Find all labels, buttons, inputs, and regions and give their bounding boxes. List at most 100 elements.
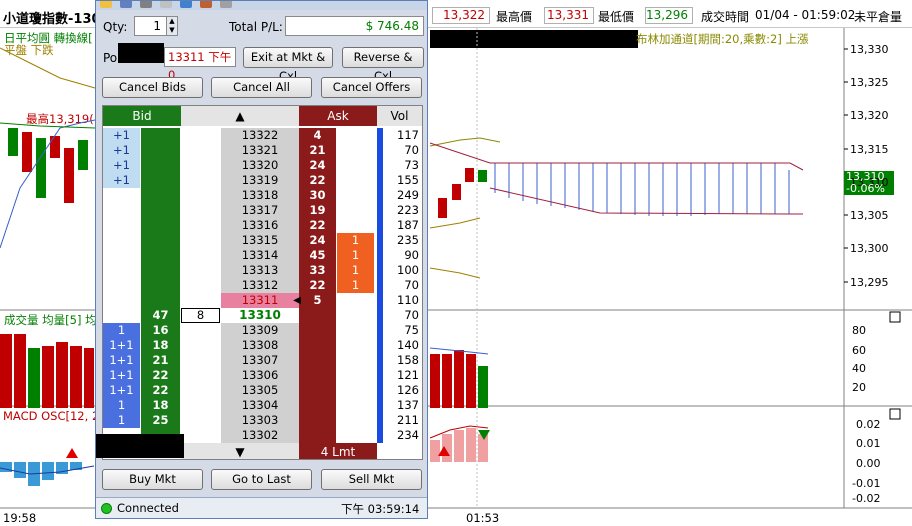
bid-size-cell[interactable] <box>141 203 180 218</box>
ask-order-cell[interactable] <box>337 158 374 173</box>
ask-size-cell[interactable] <box>299 383 336 398</box>
ask-order-cell[interactable] <box>337 353 374 368</box>
ask-order-cell[interactable] <box>337 368 374 383</box>
bid-order-cell[interactable]: 1+1 (2) <box>103 338 140 353</box>
working-order-cell[interactable] <box>181 368 220 383</box>
window-icon[interactable] <box>120 1 132 8</box>
bid-order-cell[interactable] <box>103 233 140 248</box>
bid-order-cell[interactable]: 1 <box>103 413 140 428</box>
working-order-cell[interactable] <box>181 188 220 203</box>
spin-down-icon[interactable]: ▼ <box>167 26 177 35</box>
cancel-all-button[interactable]: Cancel All <box>211 77 312 98</box>
bid-size-cell[interactable]: 47 <box>141 308 180 323</box>
ask-size-cell[interactable]: 5 <box>299 293 336 308</box>
bid-size-cell[interactable]: 18 <box>141 398 180 413</box>
ask-size-cell[interactable]: 22 <box>299 218 336 233</box>
ask-order-cell[interactable] <box>337 218 374 233</box>
ask-order-cell[interactable] <box>337 428 374 443</box>
ask-order-cell[interactable]: 1 <box>337 248 374 263</box>
spin-up-icon[interactable]: ▲ <box>167 17 177 26</box>
bid-size-cell[interactable] <box>141 233 180 248</box>
ask-size-cell[interactable]: 24 <box>299 233 336 248</box>
settings-icon[interactable] <box>220 1 232 8</box>
ask-order-cell[interactable] <box>337 413 374 428</box>
ask-size-cell[interactable] <box>299 338 336 353</box>
bid-size-cell[interactable] <box>141 248 180 263</box>
bid-order-cell[interactable] <box>103 218 140 233</box>
bid-size-cell[interactable]: 25 <box>141 413 180 428</box>
ask-order-cell[interactable] <box>337 383 374 398</box>
exit-at-mkt-cxl-button[interactable]: Exit at Mkt & Cxl <box>243 47 333 83</box>
ask-order-cell[interactable] <box>337 308 374 323</box>
bid-size-cell[interactable] <box>141 128 180 143</box>
ask-size-cell[interactable]: 4 <box>299 128 336 143</box>
bid-size-cell[interactable] <box>141 293 180 308</box>
working-order-cell[interactable] <box>181 398 220 413</box>
bid-order-cell[interactable]: 1 <box>103 323 140 338</box>
bid-order-cell[interactable] <box>103 278 140 293</box>
refresh-icon[interactable] <box>180 1 192 8</box>
working-order-cell[interactable] <box>181 248 220 263</box>
bid-order-cell[interactable] <box>103 308 140 323</box>
ask-size-cell[interactable]: 24 <box>299 158 336 173</box>
bid-size-cell[interactable]: 21 <box>141 353 180 368</box>
ask-order-cell[interactable] <box>337 338 374 353</box>
gear-icon[interactable] <box>140 1 152 8</box>
bid-size-cell[interactable] <box>141 278 180 293</box>
bid-size-cell[interactable] <box>141 188 180 203</box>
cancel-offers-button[interactable]: Cancel Offers <box>321 77 422 98</box>
bid-order-cell[interactable] <box>103 293 140 308</box>
tool-icon[interactable] <box>200 1 212 8</box>
ask-order-cell[interactable]: 1 <box>337 233 374 248</box>
ask-size-cell[interactable]: 19 <box>299 203 336 218</box>
ask-order-cell[interactable] <box>337 398 374 413</box>
working-order-cell[interactable] <box>181 353 220 368</box>
ask-size-cell[interactable]: 21 <box>299 143 336 158</box>
bid-order-cell[interactable]: 1 <box>103 398 140 413</box>
working-order-cell[interactable] <box>181 233 220 248</box>
ask-order-cell[interactable]: 1 <box>337 263 374 278</box>
ask-size-cell[interactable]: 30 <box>299 188 336 203</box>
ask-size-cell[interactable] <box>299 398 336 413</box>
bid-size-cell[interactable]: 16 <box>141 323 180 338</box>
working-order-cell[interactable] <box>181 143 220 158</box>
bid-size-cell[interactable]: 22 <box>141 383 180 398</box>
grid-icon[interactable] <box>160 1 172 8</box>
ask-size-cell[interactable]: 22 <box>299 278 336 293</box>
scroll-up-button[interactable]: ▲ <box>181 106 299 126</box>
bid-size-cell[interactable] <box>141 143 180 158</box>
ask-order-cell[interactable] <box>337 203 374 218</box>
working-order-cell[interactable] <box>181 413 220 428</box>
working-order-cell[interactable]: 8 <box>181 308 220 323</box>
bid-order-cell[interactable]: 1+1 (2) <box>103 368 140 383</box>
working-order-cell[interactable] <box>181 128 220 143</box>
bid-size-cell[interactable] <box>141 173 180 188</box>
ask-order-cell[interactable] <box>337 323 374 338</box>
bid-order-cell[interactable] <box>103 263 140 278</box>
sell-mkt-button[interactable]: Sell Mkt <box>321 469 422 490</box>
working-order-cell[interactable] <box>181 293 220 308</box>
working-order-cell[interactable] <box>181 158 220 173</box>
folder-icon[interactable] <box>100 1 112 8</box>
working-order-cell[interactable] <box>181 383 220 398</box>
bid-size-cell[interactable]: 18 <box>141 338 180 353</box>
ask-size-cell[interactable] <box>299 353 336 368</box>
bid-order-cell[interactable]: 1+1 (2) <box>103 353 140 368</box>
ask-size-cell[interactable] <box>299 428 336 443</box>
ask-size-cell[interactable]: 33 <box>299 263 336 278</box>
bid-order-cell[interactable]: +1 <box>103 173 140 188</box>
ask-size-cell[interactable] <box>299 308 336 323</box>
ask-order-cell[interactable] <box>337 173 374 188</box>
working-order-cell[interactable] <box>181 338 220 353</box>
ask-size-cell[interactable]: 22 <box>299 173 336 188</box>
scroll-down-button[interactable]: ▼ <box>181 443 299 459</box>
bid-order-cell[interactable] <box>103 248 140 263</box>
bid-size-cell[interactable] <box>141 218 180 233</box>
bid-order-cell[interactable] <box>103 188 140 203</box>
working-order-cell[interactable] <box>181 278 220 293</box>
working-order-cell[interactable] <box>181 173 220 188</box>
bid-order-cell[interactable]: +1 <box>103 158 140 173</box>
ask-order-cell[interactable] <box>337 128 374 143</box>
go-to-last-button[interactable]: Go to Last <box>211 469 312 490</box>
ask-size-cell[interactable] <box>299 368 336 383</box>
